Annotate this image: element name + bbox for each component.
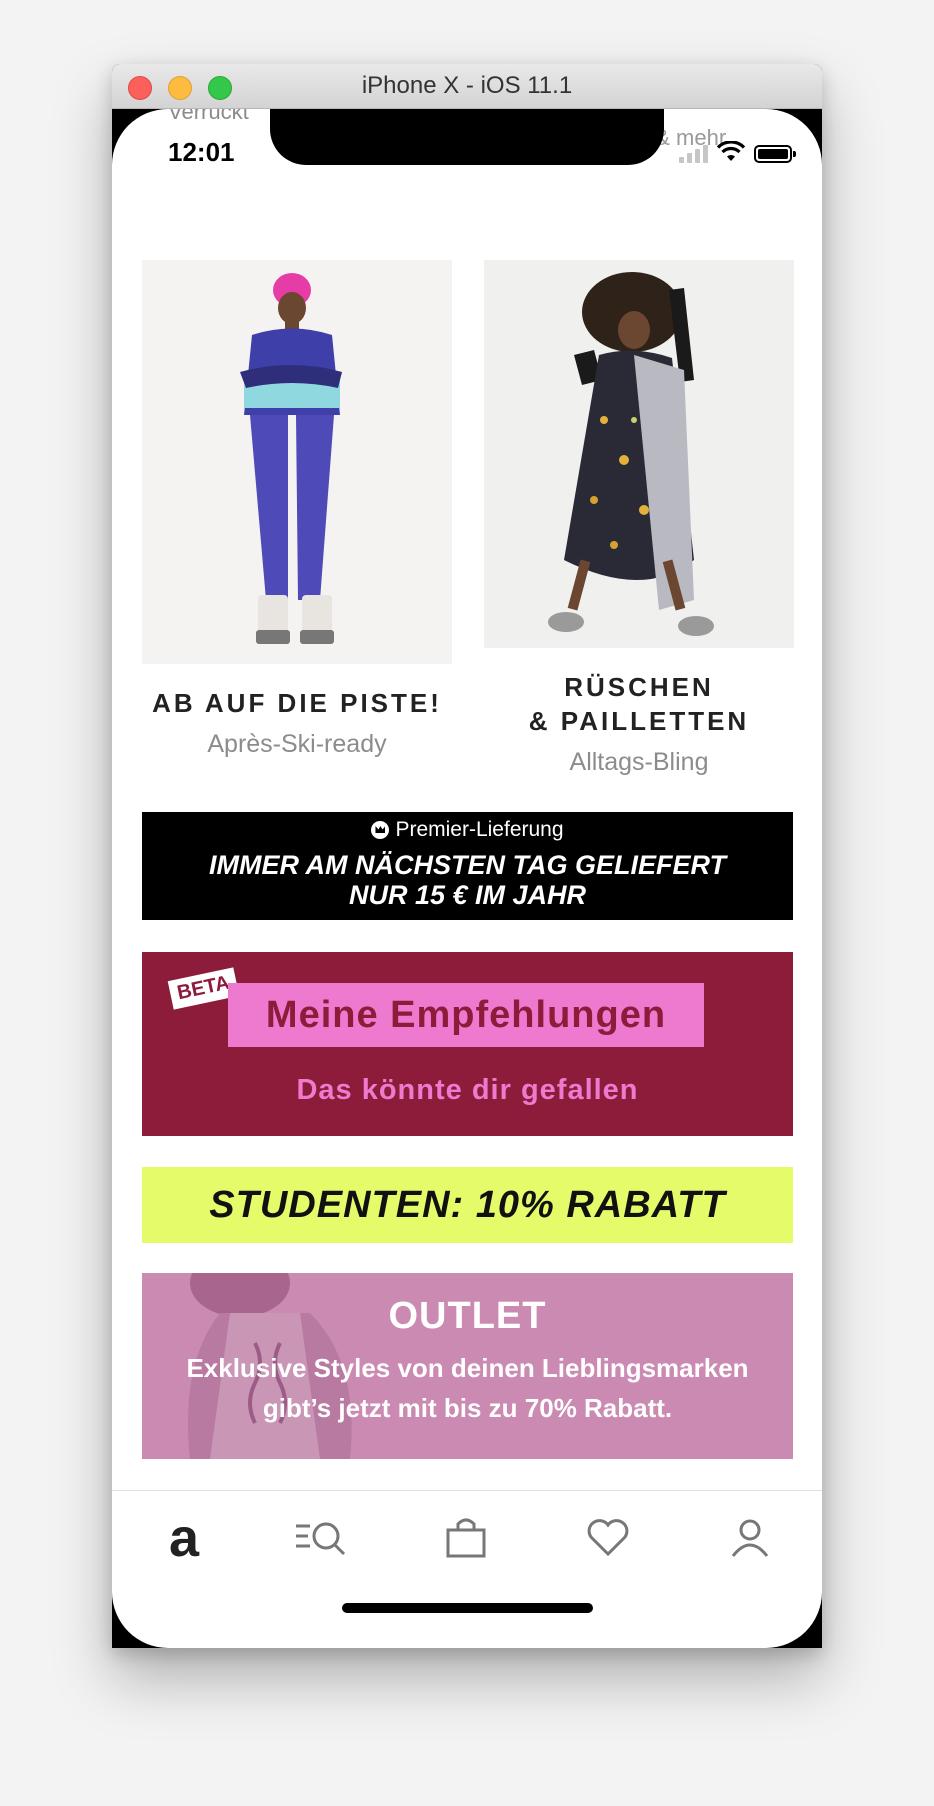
tab-account[interactable] — [720, 1513, 780, 1563]
tile-title-line1: RÜSCHEN — [564, 672, 714, 702]
recommendations-subtitle: Das könnte dir gefallen — [296, 1074, 639, 1106]
ruffle-dress-image — [484, 260, 794, 648]
phone-screen: Verrückt el & mehr 12:01 AB AUF DIE PIST… — [112, 109, 822, 1648]
tile-title: AB AUF DIE PISTE! — [152, 688, 442, 718]
bag-icon — [446, 1518, 486, 1558]
tile-title: RÜSCHEN & PAILLETTEN — [484, 670, 794, 738]
student-discount-banner[interactable]: STUDENTEN: 10% RABATT — [142, 1167, 793, 1243]
battery-icon — [754, 145, 796, 163]
recommendations-banner[interactable]: BETA Meine Empfehlungen Das könnte dir g… — [142, 952, 793, 1136]
tile-subtitle: Alltags-Bling — [569, 748, 709, 776]
premier-line1: IMMER AM NÄCHSTEN TAG GELIEFERT — [209, 850, 726, 880]
wifi-icon — [716, 141, 746, 161]
tab-search[interactable] — [292, 1513, 352, 1563]
home-indicator[interactable] — [342, 1603, 593, 1613]
product-tile-ruffles[interactable]: RÜSCHEN & PAILLETTEN Alltags-Bling — [484, 260, 794, 777]
outlet-title: OUTLET — [388, 1295, 547, 1337]
window-title: iPhone X - iOS 11.1 — [361, 72, 573, 99]
product-tile-ski[interactable]: AB AUF DIE PISTE! Après-Ski-ready — [142, 260, 452, 759]
tab-bar: a — [112, 1490, 822, 1583]
outlet-line1: Exklusive Styles von deinen Lieblingsmar… — [186, 1353, 749, 1383]
status-time: 12:01 — [168, 137, 235, 167]
premier-delivery-banner[interactable]: Premier-Lieferung IMMER AM NÄCHSTEN TAG … — [142, 812, 793, 920]
tab-home[interactable]: a — [154, 1508, 214, 1568]
tab-bag[interactable] — [436, 1513, 496, 1563]
outlet-banner[interactable]: OUTLET Exklusive Styles von deinen Liebl… — [142, 1273, 793, 1459]
tile-subtitle: Après-Ski-ready — [207, 730, 387, 758]
heart-icon — [587, 1519, 629, 1557]
premier-line2: NUR 15 € IM JAHR — [348, 880, 587, 910]
cellular-signal-icon — [679, 145, 708, 163]
simulator-window: iPhone X - iOS 11.1 Verrückt el & mehr 1… — [112, 64, 822, 1648]
premier-crown-icon — [371, 821, 390, 839]
tab-saved[interactable] — [578, 1513, 638, 1563]
asos-logo-icon: a — [168, 1508, 200, 1568]
ski-outfit-image — [142, 260, 452, 664]
window-titlebar: iPhone X - iOS 11.1 — [112, 64, 822, 109]
recommendations-title: Meine Empfehlungen — [228, 983, 704, 1047]
outlet-text: Exklusive Styles von deinen Lieblingsmar… — [142, 1348, 793, 1428]
scrolled-header-text: Verrückt — [168, 109, 249, 124]
notch — [270, 109, 664, 165]
profile-icon — [731, 1519, 769, 1557]
premier-headline: IMMER AM NÄCHSTEN TAG GELIEFERT NUR 15 €… — [142, 850, 793, 910]
search-icon — [296, 1522, 346, 1556]
tile-title-line2: & PAILLETTEN — [528, 706, 750, 736]
outlet-line2: gibt’s jetzt mit bis zu 70% Rabatt. — [262, 1393, 673, 1423]
premier-label-row: Premier-Lieferung — [142, 812, 793, 842]
premier-label: Premier-Lieferung — [395, 818, 564, 841]
status-icons — [679, 141, 796, 163]
